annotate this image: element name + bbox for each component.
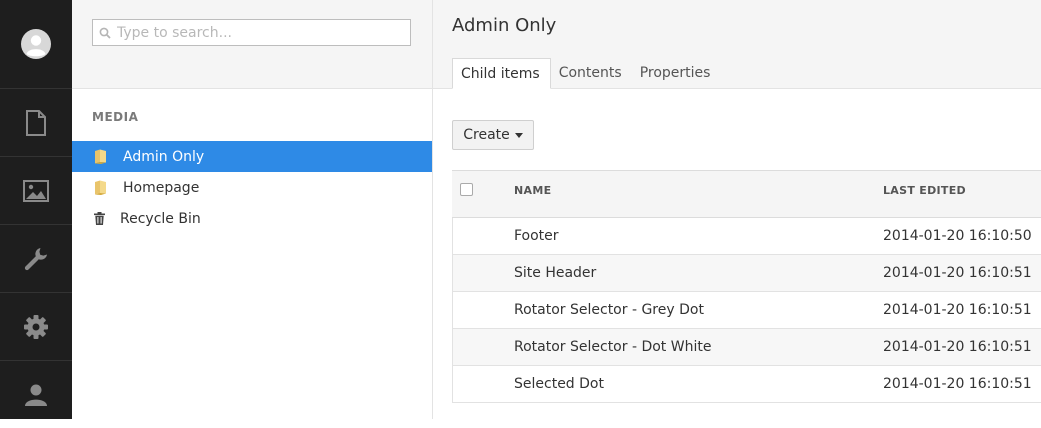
tree-node-label: Admin Only: [123, 148, 205, 165]
table-row[interactable]: Rotator Selector - Grey Dot 2014-01-20 1…: [452, 292, 1041, 329]
row-name[interactable]: Rotator Selector - Dot White: [514, 339, 711, 355]
table-row[interactable]: Site Header 2014-01-20 16:10:51: [452, 255, 1041, 292]
tab-contents[interactable]: Contents: [551, 58, 632, 88]
search-icon: [99, 27, 111, 39]
image-icon: [23, 179, 49, 202]
gear-icon: [24, 314, 48, 339]
search-box[interactable]: [92, 19, 411, 46]
page-title: Admin Only: [452, 15, 557, 36]
search-area: [72, 0, 432, 89]
nav-developer[interactable]: [0, 293, 72, 361]
select-all-checkbox[interactable]: [460, 183, 473, 196]
row-last-edited: 2014-01-20 16:10:51: [883, 302, 1032, 318]
main-editor: Admin Only Child items Contents Properti…: [433, 0, 1041, 419]
table-header: NAME LAST EDITED: [452, 171, 1041, 218]
trash-icon: [94, 212, 105, 225]
create-button[interactable]: Create: [452, 120, 534, 150]
tree-node-label: Homepage: [123, 179, 200, 196]
nav-users[interactable]: [0, 361, 72, 428]
row-name[interactable]: Site Header: [514, 265, 596, 281]
tab-properties[interactable]: Properties: [632, 58, 721, 88]
row-last-edited: 2014-01-20 16:10:51: [883, 339, 1032, 355]
tree-node-homepage[interactable]: Homepage: [72, 172, 432, 203]
tree-node-admin-only[interactable]: Admin Only: [72, 141, 432, 172]
create-button-label: Create: [463, 127, 510, 143]
child-items-table: NAME LAST EDITED Footer 2014-01-20 16:10…: [452, 170, 1041, 403]
tree-node-label: Recycle Bin: [120, 210, 201, 227]
table-row[interactable]: Rotator Selector - Dot White 2014-01-20 …: [452, 329, 1041, 366]
tab-child-items[interactable]: Child items: [452, 58, 551, 89]
table-row[interactable]: Footer 2014-01-20 16:10:50: [452, 218, 1041, 255]
nav-settings[interactable]: [0, 225, 72, 293]
folder-icon: [95, 149, 106, 164]
document-icon: [26, 109, 46, 136]
media-tree-panel: MEDIA Admin Only Homepage Recycle Bin: [72, 0, 433, 419]
search-input[interactable]: [117, 24, 410, 41]
table-row[interactable]: Selected Dot 2014-01-20 16:10:51: [452, 366, 1041, 403]
caret-down-icon: [514, 132, 523, 138]
column-header-name[interactable]: NAME: [514, 184, 551, 197]
wrench-icon: [24, 247, 47, 270]
avatar-icon: [21, 29, 51, 59]
column-header-last-edited[interactable]: LAST EDITED: [883, 184, 966, 197]
row-last-edited: 2014-01-20 16:10:51: [883, 265, 1032, 281]
nav-media[interactable]: [0, 157, 72, 225]
row-name[interactable]: Selected Dot: [514, 376, 604, 392]
tree-section-title: MEDIA: [92, 110, 139, 124]
folder-icon: [95, 180, 106, 195]
row-last-edited: 2014-01-20 16:10:50: [883, 228, 1032, 244]
nav-content[interactable]: [0, 89, 72, 157]
editor-header: Admin Only Child items Contents Properti…: [433, 0, 1041, 89]
user-icon: [25, 384, 47, 406]
tab-bar: Child items Contents Properties: [452, 58, 720, 89]
app-sidebar: [0, 0, 72, 419]
tree-node-recycle-bin[interactable]: Recycle Bin: [72, 203, 432, 234]
avatar[interactable]: [20, 28, 52, 60]
row-name[interactable]: Rotator Selector - Grey Dot: [514, 302, 704, 318]
row-last-edited: 2014-01-20 16:10:51: [883, 376, 1032, 392]
row-name[interactable]: Footer: [514, 228, 559, 244]
avatar-section: [0, 0, 72, 89]
